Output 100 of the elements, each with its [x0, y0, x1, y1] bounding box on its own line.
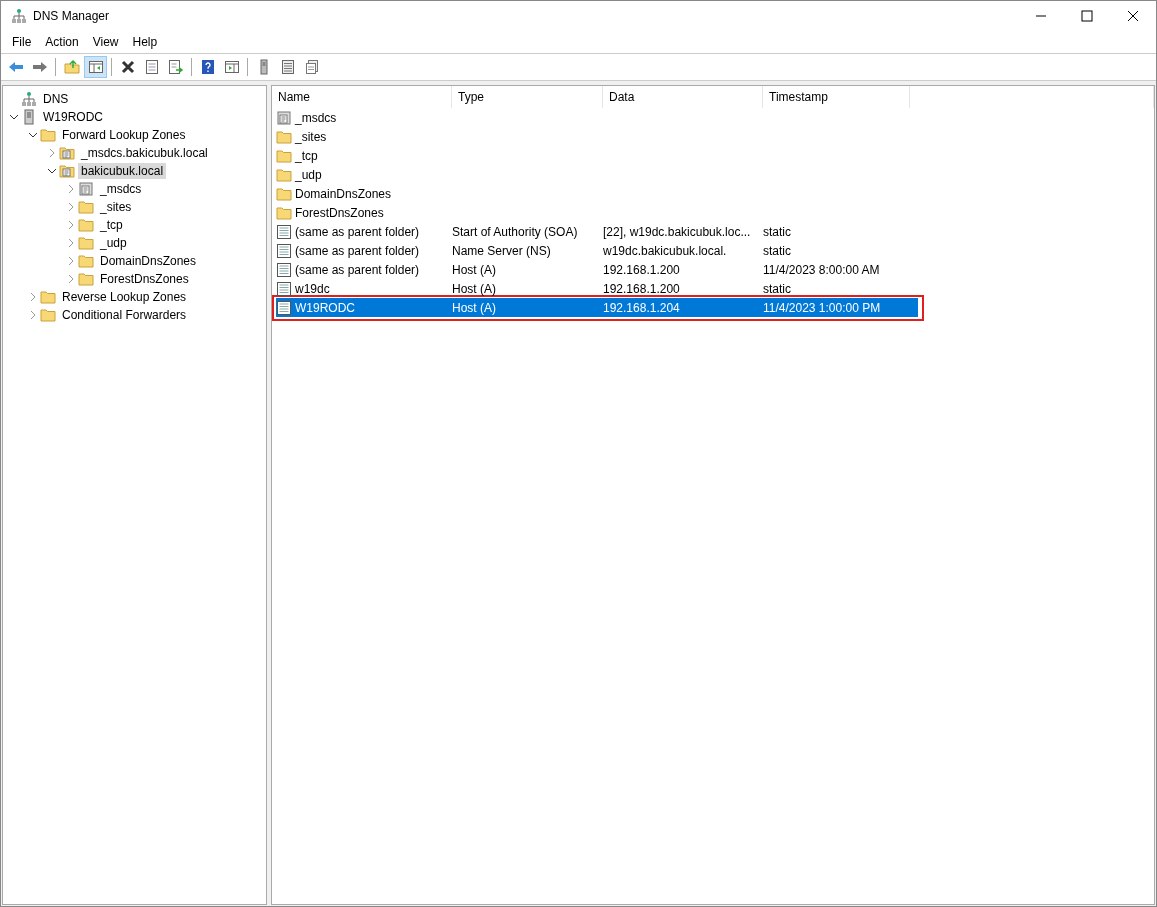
- panel-toggle-icon: [223, 59, 240, 75]
- folder-icon: [78, 235, 94, 251]
- network-icon: [11, 8, 27, 24]
- tree-item[interactable]: _msdcs: [97, 181, 145, 197]
- table-cell-text: Start of Authority (SOA): [452, 223, 578, 241]
- table-cell-text: 192.168.1.204: [603, 299, 680, 317]
- folder-icon: [78, 217, 94, 233]
- list-row[interactable]: w19dc Host (A) 192.168.1.200 static: [276, 279, 918, 298]
- delete-icon: [119, 59, 136, 75]
- column-header[interactable]: Data: [603, 86, 763, 108]
- table-cell-text: w19dc: [295, 280, 330, 298]
- list-row[interactable]: _sites: [276, 127, 918, 146]
- copy-icon: [303, 59, 320, 75]
- zone-folder-icon: [59, 145, 75, 161]
- zone-folder-icon: [59, 163, 75, 179]
- folder-icon: [78, 199, 94, 215]
- forward-arrow-icon: [31, 59, 48, 75]
- folder-icon: [78, 253, 94, 269]
- column-header[interactable]: Timestamp: [763, 86, 910, 108]
- table-cell-text: (same as parent folder): [295, 242, 420, 260]
- tree-item[interactable]: Reverse Lookup Zones: [59, 289, 190, 305]
- table-cell-text: (same as parent folder): [295, 223, 420, 241]
- table-cell-text: ForestDnsZones: [295, 204, 384, 222]
- toolbar-button[interactable]: [84, 56, 107, 78]
- server-icon: [21, 109, 37, 125]
- table-cell-text: 11/4/2023 8:00:00 AM: [763, 261, 880, 279]
- menu-item[interactable]: File: [5, 33, 39, 51]
- export-list-icon: [167, 59, 184, 75]
- list-icon: [279, 59, 296, 75]
- collapse-chevron-icon[interactable]: [47, 166, 57, 176]
- folder-icon: [276, 185, 292, 202]
- tree-item[interactable]: DNS: [40, 91, 72, 107]
- column-header[interactable]: Name: [272, 86, 452, 108]
- tree-item[interactable]: _udp: [97, 235, 130, 251]
- delegated-zone-icon: [78, 181, 94, 197]
- tree-item[interactable]: W19RODC: [40, 109, 106, 125]
- menu-item[interactable]: Help: [125, 33, 165, 51]
- table-cell-text: static: [763, 242, 791, 260]
- table-cell-text: 192.168.1.200: [603, 261, 680, 279]
- properties-icon: [143, 59, 160, 75]
- list-row[interactable]: W19RODC Host (A) 192.168.1.204 11/4/2023 1:00:00 PM: [276, 298, 918, 317]
- folder-icon: [276, 147, 292, 164]
- network-icon: [21, 91, 37, 107]
- table-cell-text: _msdcs: [295, 109, 337, 127]
- folder-icon: [40, 289, 56, 305]
- tree-item[interactable]: Forward Lookup Zones: [59, 127, 189, 143]
- tree-item[interactable]: DomainDnsZones: [97, 253, 200, 269]
- maximize-icon: [1079, 8, 1095, 24]
- folder-up-icon: [63, 59, 80, 75]
- table-cell-text: Host (A): [452, 299, 496, 317]
- list-row[interactable]: (same as parent folder) Start of Authority (SOA) [22], w19dc.bakicubuk.loc... static: [276, 222, 918, 241]
- table-cell-text: 11/4/2023 1:00:00 PM: [763, 299, 881, 317]
- tree-item[interactable]: ForestDnsZones: [97, 271, 192, 287]
- tree-item[interactable]: _tcp: [97, 217, 126, 233]
- folder-icon: [276, 204, 292, 221]
- minimize-icon: [1036, 15, 1046, 17]
- record-icon: [276, 299, 292, 316]
- table-cell-text: w19dc.bakicubuk.local.: [603, 242, 727, 260]
- folder-icon: [40, 307, 56, 323]
- folder-icon: [40, 127, 56, 143]
- back-arrow-icon: [7, 59, 24, 75]
- table-cell-text: Host (A): [452, 280, 496, 298]
- folder-icon: [276, 166, 292, 183]
- table-cell-text: _tcp: [295, 147, 318, 165]
- folder-icon: [78, 271, 94, 287]
- window-title: DNS Manager: [33, 8, 110, 25]
- table-cell-text: [22], w19dc.bakicubuk.loc...: [603, 223, 751, 241]
- list-row[interactable]: DomainDnsZones: [276, 184, 918, 203]
- delegated-zone-icon: [276, 109, 292, 126]
- table-cell-text: _sites: [295, 128, 327, 146]
- table-cell-text: Host (A): [452, 261, 496, 279]
- record-icon: [276, 242, 292, 259]
- panel-toggle-icon: [87, 59, 104, 75]
- tree-item[interactable]: _msdcs.bakicubuk.local: [78, 145, 211, 161]
- close-icon: [1125, 8, 1141, 24]
- record-icon: [276, 223, 292, 240]
- menu-item[interactable]: Action: [38, 33, 86, 51]
- table-cell-text: static: [763, 280, 791, 298]
- table-cell-text: _udp: [295, 166, 322, 184]
- expand-chevron-icon[interactable]: [47, 148, 57, 158]
- tree-item[interactable]: bakicubuk.local: [78, 163, 167, 179]
- record-icon: [276, 280, 292, 297]
- table-cell-text: Name Server (NS): [452, 242, 551, 260]
- menu-item[interactable]: View: [85, 33, 126, 51]
- record-icon: [276, 261, 292, 278]
- list-row[interactable]: ForestDnsZones: [276, 203, 918, 222]
- table-cell-text: static: [763, 223, 791, 241]
- tree-item[interactable]: _sites: [97, 199, 135, 215]
- column-header[interactable]: Type: [452, 86, 603, 108]
- table-cell-text: W19RODC: [295, 299, 355, 317]
- help-icon: [199, 59, 216, 75]
- list-row[interactable]: _msdcs: [276, 108, 918, 127]
- list-row[interactable]: _udp: [276, 165, 918, 184]
- list-row[interactable]: (same as parent folder) Host (A) 192.168.1.200 11/4/2023 8:00:00 AM: [276, 260, 918, 279]
- list-row[interactable]: (same as parent folder) Name Server (NS) w19dc.bakicubuk.local. static: [276, 241, 918, 260]
- table-cell-text: (same as parent folder): [295, 261, 420, 279]
- list-row[interactable]: _tcp: [276, 146, 918, 165]
- tree-item[interactable]: Conditional Forwarders: [59, 307, 190, 323]
- folder-icon: [276, 128, 292, 145]
- table-cell-text: 192.168.1.200: [603, 280, 680, 298]
